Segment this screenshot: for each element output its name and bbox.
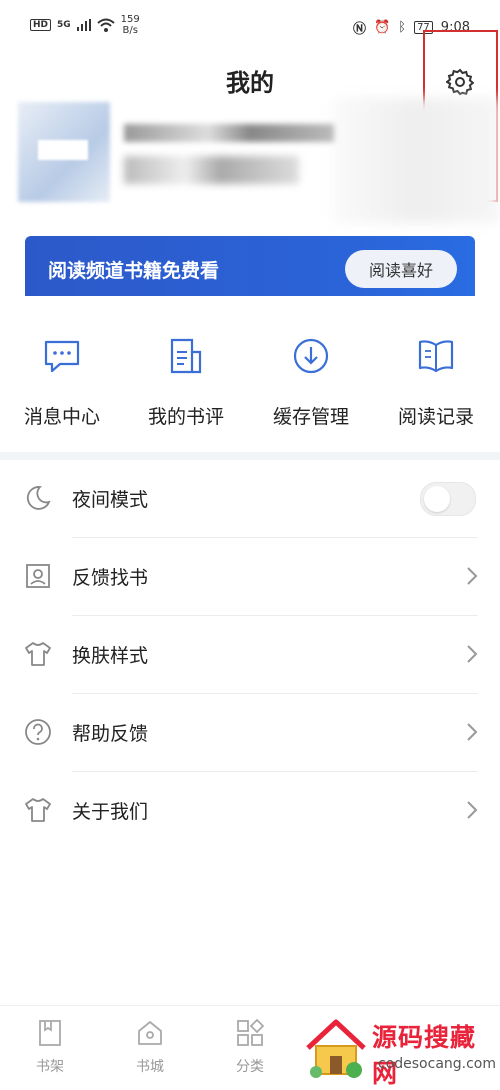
chevron-right-icon bbox=[467, 801, 478, 819]
quick-action-label: 消息中心 bbox=[23, 406, 100, 428]
wifi-icon bbox=[97, 18, 115, 32]
chevron-right-icon bbox=[467, 723, 478, 741]
menu-item-label: 换肤样式 bbox=[72, 645, 149, 667]
signal-indicator: 5G bbox=[57, 20, 71, 30]
night-mode-toggle[interactable] bbox=[420, 482, 476, 516]
quick-action-messages[interactable]: 消息中心 bbox=[7, 336, 117, 429]
open-book-icon bbox=[418, 340, 454, 373]
tab-bookshelf[interactable]: 书架 bbox=[20, 1018, 80, 1076]
user-name-blurred bbox=[124, 124, 334, 142]
book-review-icon bbox=[170, 338, 202, 374]
bookshelf-icon bbox=[39, 1020, 61, 1046]
menu-item-feedback-book[interactable]: 反馈找书 bbox=[0, 538, 500, 616]
tab-label: 书架 bbox=[36, 1059, 64, 1075]
shirt-icon bbox=[25, 642, 51, 666]
chevron-right-icon bbox=[467, 567, 478, 585]
net-speed: 159 B/s bbox=[120, 14, 140, 36]
home-icon bbox=[138, 1021, 162, 1045]
tab-bookstore[interactable]: 书城 bbox=[120, 1018, 180, 1076]
search-book-icon bbox=[26, 564, 50, 588]
bluetooth-icon: ᛒ bbox=[398, 20, 407, 35]
quick-action-history[interactable]: 阅读记录 bbox=[381, 336, 491, 429]
profile-blur-area bbox=[332, 98, 500, 223]
quick-action-label: 缓存管理 bbox=[272, 406, 349, 428]
category-icon bbox=[237, 1018, 265, 1046]
menu-item-label: 关于我们 bbox=[72, 801, 149, 823]
watermark-title: 源码搜藏网 bbox=[372, 1023, 477, 1088]
quick-action-label: 我的书评 bbox=[147, 406, 224, 428]
tab-label: 书城 bbox=[136, 1059, 164, 1075]
menu-item-label: 帮助反馈 bbox=[72, 723, 149, 745]
message-icon bbox=[44, 340, 80, 373]
moon-icon bbox=[26, 486, 51, 510]
section-divider bbox=[0, 452, 500, 460]
watermark: 源码搜藏网 codesocang.com bbox=[300, 1012, 500, 1088]
user-info-blurred bbox=[124, 156, 299, 184]
menu-item-label: 反馈找书 bbox=[72, 567, 149, 589]
quick-action-reviews[interactable]: 我的书评 bbox=[131, 336, 241, 429]
alarm-icon: ⏰ bbox=[374, 20, 391, 35]
signal-bars-icon bbox=[76, 19, 91, 31]
toggle-knob bbox=[424, 486, 450, 512]
tab-category[interactable]: 分类 bbox=[220, 1018, 280, 1076]
avatar-detail bbox=[38, 140, 88, 160]
menu-item-about[interactable]: 关于我们 bbox=[0, 772, 500, 850]
reading-preference-button[interactable]: 阅读喜好 bbox=[345, 250, 457, 288]
download-icon bbox=[293, 338, 329, 374]
menu-item-skin[interactable]: 换肤样式 bbox=[0, 616, 500, 694]
watermark-url: codesocang.com bbox=[378, 1056, 497, 1072]
shirt-icon bbox=[25, 798, 51, 822]
house-logo-icon bbox=[306, 1019, 366, 1078]
help-icon bbox=[25, 719, 51, 745]
chevron-right-icon bbox=[467, 645, 478, 663]
banner-text: 阅读频道书籍免费看 bbox=[48, 260, 220, 282]
menu-item-help[interactable]: 帮助反馈 bbox=[0, 694, 500, 772]
hd-badge: HD bbox=[30, 19, 52, 31]
nfc-icon: Ⓝ bbox=[353, 22, 367, 37]
quick-action-cache[interactable]: 缓存管理 bbox=[256, 336, 366, 429]
status-left: HD 5G 159 B/s bbox=[30, 14, 140, 36]
menu-item-night-mode: 夜间模式 bbox=[0, 460, 500, 538]
menu-item-label: 夜间模式 bbox=[72, 489, 149, 511]
tab-label: 分类 bbox=[236, 1059, 264, 1075]
quick-action-label: 阅读记录 bbox=[397, 406, 474, 428]
